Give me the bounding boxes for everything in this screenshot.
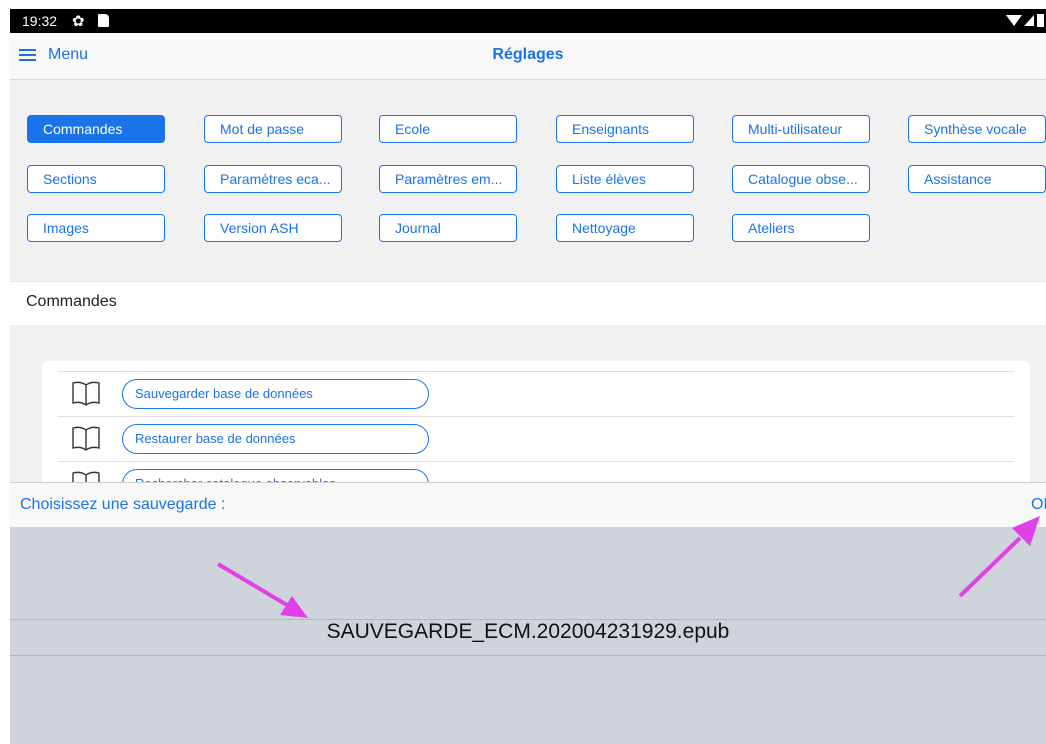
row-divider [58,416,1014,417]
tab-sections[interactable]: Sections [27,165,165,193]
sdcard-icon [98,14,109,27]
status-time: 19:32 [22,13,58,29]
tab-version-ash[interactable]: Version ASH [204,214,342,242]
tab-parametres-em[interactable]: Paramètres em... [379,165,517,193]
tab-commandes[interactable]: Commandes [27,115,165,143]
section-title: Commandes [26,293,117,310]
list-item: Restaurer base de données [42,416,1030,461]
wifi-icon [1006,15,1022,26]
navigation-bar: Menu Réglages [10,33,1046,80]
tab-parametres-eca[interactable]: Paramètres eca... [204,165,342,193]
book-icon [72,381,100,406]
tab-enseignants[interactable]: Enseignants [556,115,694,143]
commands-card: Sauvegarder base de données Restaurer ba… [42,361,1030,491]
tab-assistance[interactable]: Assistance [908,165,1046,193]
settings-tabs: Commandes Mot de passe Ecole Enseignants… [10,80,1046,281]
picker-label: Choisissez une sauvegarde : [20,496,226,513]
tab-catalogue-obse[interactable]: Catalogue obse... [732,165,870,193]
restore-database-button[interactable]: Restaurer base de données [122,424,429,454]
tab-mot-de-passe[interactable]: Mot de passe [204,115,342,143]
tab-liste-eleves[interactable]: Liste élèves [556,165,694,193]
picker-toolbar: Choisissez une sauvegarde : OK [10,482,1046,527]
signal-icon [1024,15,1034,26]
annotation-arrow-ok [958,516,1040,598]
picker-selection-line-bottom [10,655,1046,656]
page-title: Réglages [492,46,564,63]
gear-icon: ✿ [72,13,85,30]
tab-multi-utilisateur[interactable]: Multi-utilisateur [732,115,870,143]
book-icon [72,426,100,451]
battery-icon [1037,14,1044,27]
row-divider [58,461,1014,462]
section-header: Commandes [10,281,1046,326]
status-bar: 19:32 ✿ [10,9,1046,33]
tab-images[interactable]: Images [27,214,165,242]
tab-ateliers[interactable]: Ateliers [732,214,870,242]
tab-journal[interactable]: Journal [379,214,517,242]
tab-ecole[interactable]: Ecole [379,115,517,143]
backup-picker-wheel[interactable]: SAUVEGARDE_ECM.202004231929.epub [10,527,1046,744]
tab-synthese-vocale[interactable]: Synthèse vocale [908,115,1046,143]
picker-selected-item[interactable]: SAUVEGARDE_ECM.202004231929.epub [10,620,1046,644]
annotation-arrow-file [216,562,308,618]
row-divider [58,371,1014,372]
tab-nettoyage[interactable]: Nettoyage [556,214,694,242]
list-item: Sauvegarder base de données [42,371,1030,416]
save-database-button[interactable]: Sauvegarder base de données [122,379,429,409]
